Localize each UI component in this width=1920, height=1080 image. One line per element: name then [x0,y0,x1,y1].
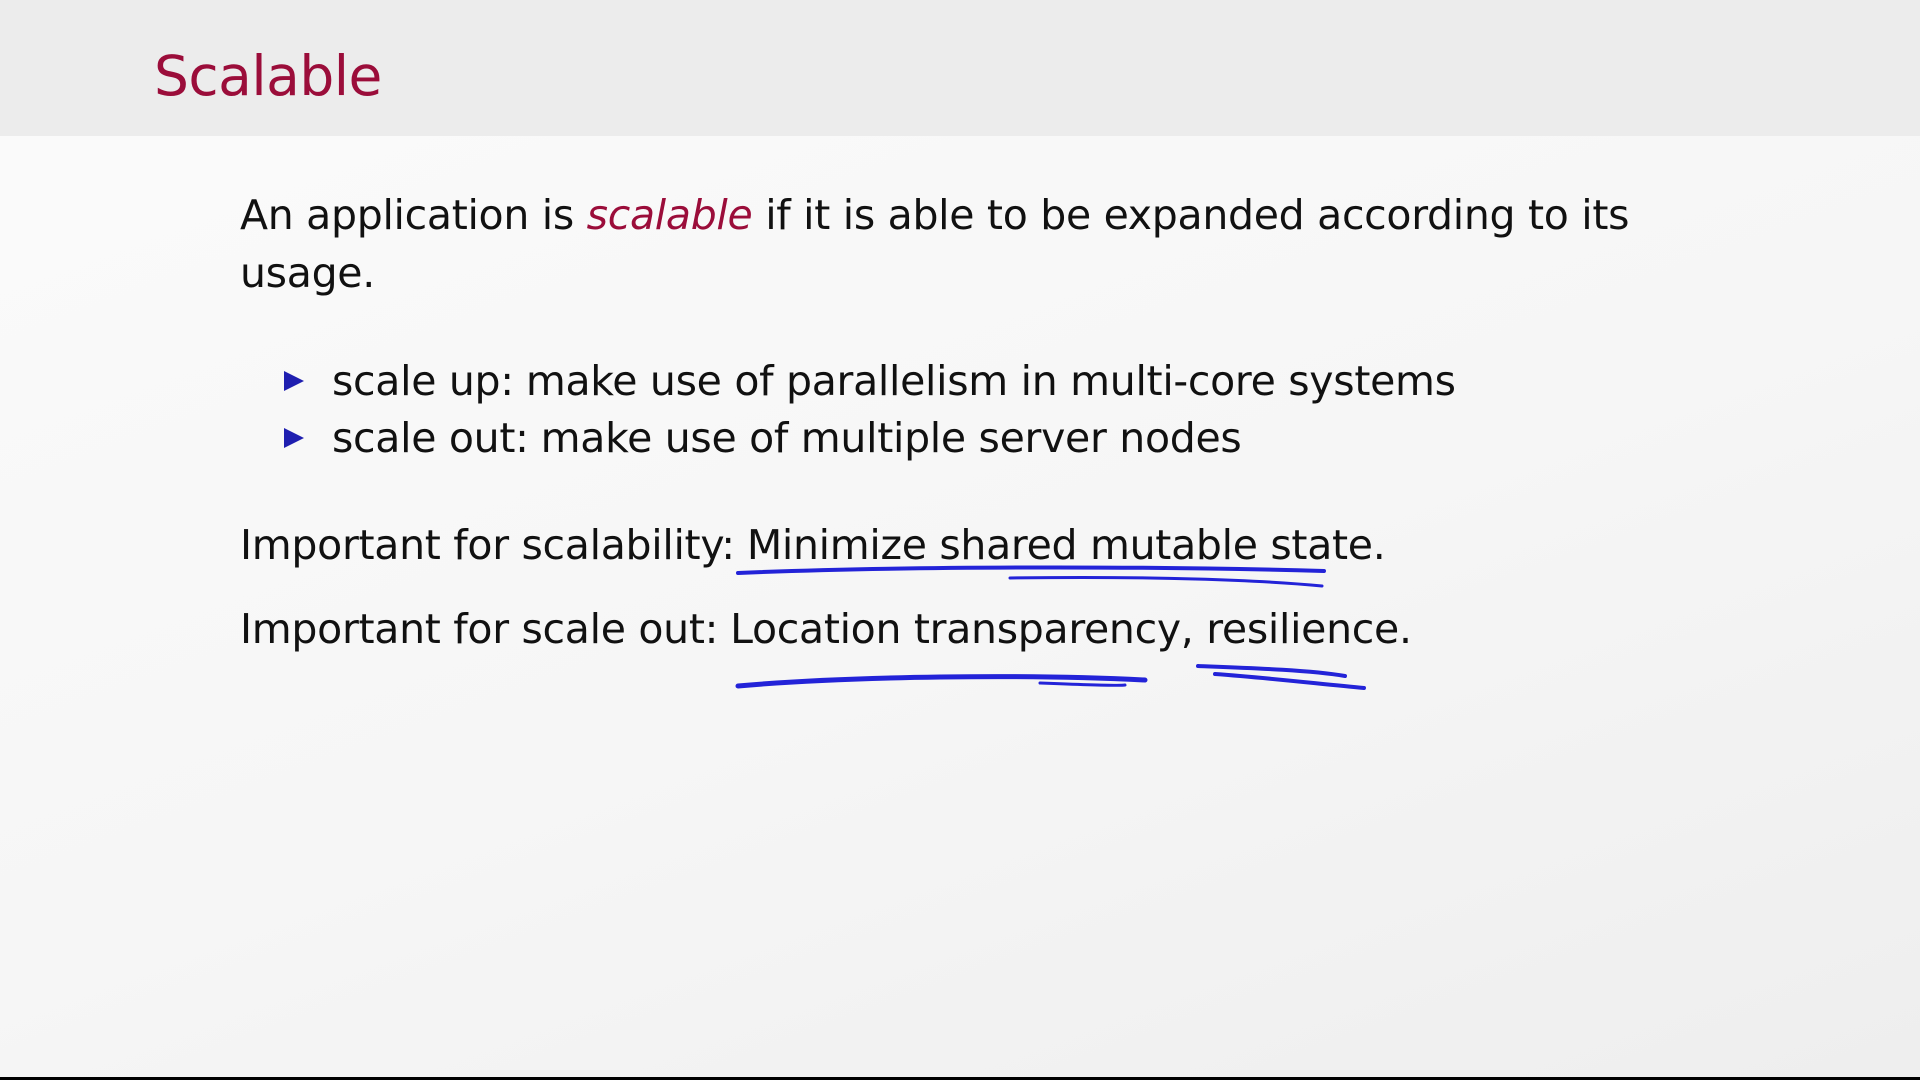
triangle-bullet-icon [284,371,304,391]
underline-location-transparency-tail [1038,681,1127,687]
intro-after: if it is able to be expanded according t… [765,191,1630,239]
important-scale-out-line: Important for scale out: Location transpa… [240,600,1412,658]
slide-title: Scalable [154,44,382,108]
bullet-label: scale up: [332,357,514,405]
important-scalability-line: Important for scalability: Minimize share… [240,516,1386,574]
intro-before: An application is [240,191,574,239]
important-scale-out-value: Location transparency, resilience. [730,605,1412,653]
bullet-label: scale out: [332,414,529,462]
important-scalability-label: Important for scalability: [240,521,735,569]
intro-paragraph: An application is scalable if it is able… [240,186,1630,302]
important-scalability-value: Minimize shared mutable state. [746,521,1386,569]
bullet-item-scale-up: scale up: make use of parallelism in mult… [284,352,1456,410]
title-bar: Scalable [0,0,1920,136]
bullet-text: make use of parallelism in multi-core sy… [525,357,1456,405]
underline-location-transparency [735,674,1148,689]
underline-minimize-shared-mutable-state-second [1008,575,1324,588]
important-scale-out-label: Important for scale out: [240,605,719,653]
intro-line-2: usage. [240,249,375,297]
triangle-bullet-icon [284,428,304,448]
slide: Scalable An application is scalable if i… [0,0,1920,1077]
bullet-text: make use of multiple server nodes [540,414,1242,462]
intro-emphasis: scalable [586,191,753,239]
bullet-item-scale-out: scale out: make use of multiple server no… [284,409,1242,467]
underline-resilience-second [1213,672,1366,690]
intro-line-1: An application is scalable if it is able… [240,186,1630,244]
underline-resilience [1196,664,1347,678]
